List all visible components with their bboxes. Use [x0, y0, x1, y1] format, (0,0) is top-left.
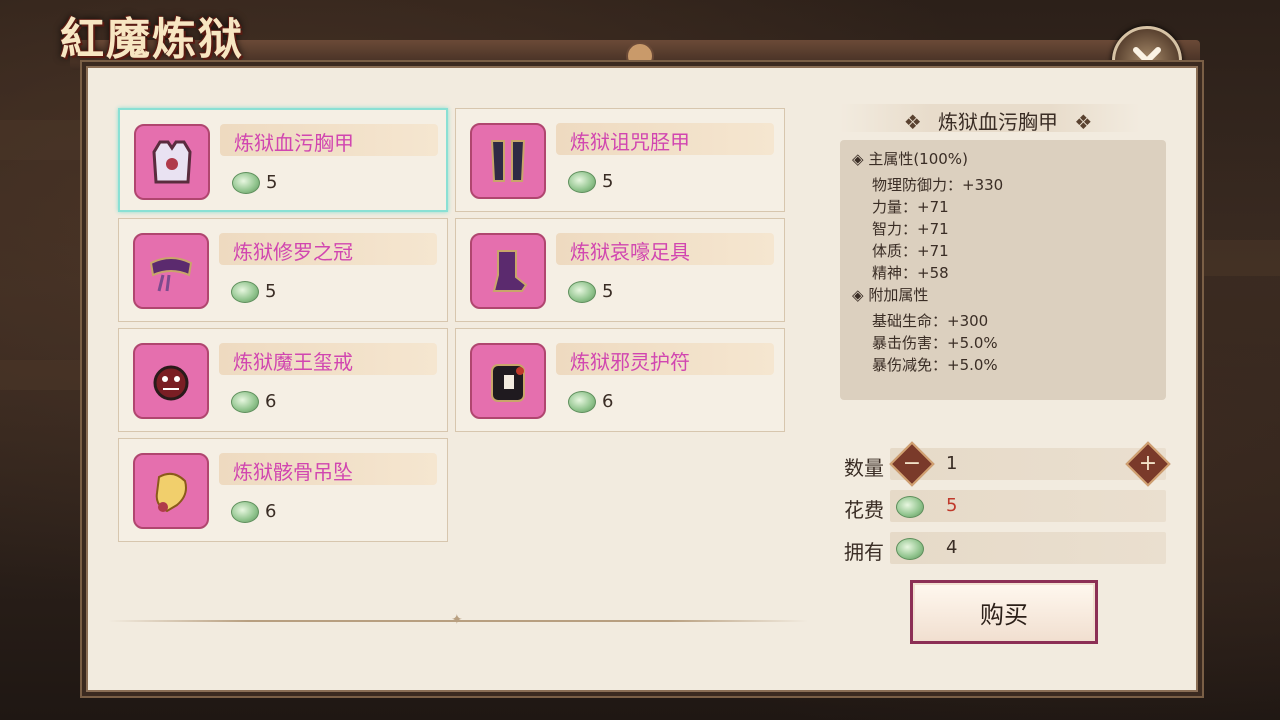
jade-currency-icon [231, 501, 259, 523]
extra-attr-header-text: 附加属性 [868, 286, 929, 304]
background-beam [1196, 240, 1280, 276]
jade-currency-icon [568, 281, 596, 303]
chest-armor-icon [134, 124, 210, 200]
attr-line: 智力：+71 [872, 220, 949, 238]
greaves-icon [470, 123, 546, 199]
attr-line: 暴伤减免：+5.0% [872, 356, 998, 374]
item-price: 6 [265, 501, 277, 522]
jade-currency-icon [896, 496, 924, 518]
background-beam [0, 120, 86, 160]
cost-label: 花费 [844, 498, 884, 522]
item-name: 炼狱邪灵护符 [570, 350, 690, 374]
extra-attr-header: ◈ 附加属性 [852, 284, 928, 305]
main-attr-header-text: 主属性(100%) [868, 150, 968, 168]
skull-pendant-icon [133, 453, 209, 529]
boots-icon [470, 233, 546, 309]
item-price: 5 [602, 281, 614, 302]
attr-line: 基础生命：+300 [872, 312, 989, 330]
item-card[interactable]: 炼狱诅咒胫甲 5 [455, 108, 785, 212]
item-name: 炼狱魔王玺戒 [233, 350, 353, 374]
item-name: 炼狱诅咒胫甲 [570, 130, 690, 154]
diamond-bullet-icon: ◈ [852, 286, 864, 304]
crown-icon [133, 233, 209, 309]
quantity-label: 数量 [844, 456, 884, 480]
item-detail-panel: ❖ 炼狱血污胸甲 ❖ ◈ 主属性(100%) 物理防御力：+330 力量：+71… [818, 100, 1178, 610]
attr-line: 精神：+58 [872, 264, 949, 282]
item-price: 6 [602, 391, 614, 412]
flourish-left-icon: ❖ [903, 110, 922, 134]
item-card[interactable]: 炼狱血污胸甲 5 [118, 108, 448, 212]
main-attr-header: ◈ 主属性(100%) [852, 148, 968, 169]
jade-currency-icon [231, 391, 259, 413]
flourish-right-icon: ❖ [1074, 110, 1093, 134]
item-card[interactable]: 炼狱哀嚎足具 5 [455, 218, 785, 322]
jade-currency-icon [568, 171, 596, 193]
attr-line: 体质：+71 [872, 242, 949, 260]
cost-value: 5 [946, 495, 958, 516]
jade-currency-icon [231, 281, 259, 303]
owned-value: 4 [946, 537, 958, 558]
attr-line: 物理防御力：+330 [872, 176, 1004, 194]
owned-bar [890, 532, 1166, 564]
detail-title: ❖ 炼狱血污胸甲 ❖ [818, 106, 1178, 135]
item-price: 5 [602, 171, 614, 192]
amulet-icon [470, 343, 546, 419]
detail-title-text: 炼狱血污胸甲 [938, 110, 1058, 134]
minus-icon: − [902, 451, 922, 476]
buy-button[interactable]: 购买 [910, 580, 1098, 644]
item-card[interactable]: 炼狱骸骨吊坠 6 [118, 438, 448, 542]
attr-line: 力量：+71 [872, 198, 949, 216]
item-card[interactable]: 炼狱魔王玺戒 6 [118, 328, 448, 432]
plus-icon: + [1138, 451, 1158, 476]
demon-ring-icon [133, 343, 209, 419]
item-name: 炼狱骸骨吊坠 [233, 460, 353, 484]
attribute-box[interactable]: ◈ 主属性(100%) 物理防御力：+330 力量：+71 智力：+71 体质：… [840, 140, 1166, 400]
item-price: 5 [265, 281, 277, 302]
cost-bar [890, 490, 1166, 522]
game-title-logo: 紅魔炼狱 [60, 14, 244, 65]
item-name: 炼狱血污胸甲 [234, 131, 354, 155]
background-beam [0, 360, 86, 390]
quantity-value[interactable]: 1 [946, 453, 957, 474]
jade-currency-icon [232, 172, 260, 194]
diamond-bullet-icon: ◈ [852, 150, 864, 168]
item-price: 6 [265, 391, 277, 412]
item-price: 5 [266, 172, 278, 193]
owned-label: 拥有 [844, 540, 884, 564]
item-name: 炼狱修罗之冠 [233, 240, 353, 264]
attr-line: 暴击伤害：+5.0% [872, 334, 998, 352]
jade-currency-icon [568, 391, 596, 413]
item-card[interactable]: 炼狱修罗之冠 5 [118, 218, 448, 322]
item-name: 炼狱哀嚎足具 [570, 240, 690, 264]
jade-currency-icon [896, 538, 924, 560]
buy-button-label: 购买 [980, 600, 1028, 629]
item-card[interactable]: 炼狱邪灵护符 6 [455, 328, 785, 432]
divider-ornament-icon: ✦ [451, 612, 463, 628]
